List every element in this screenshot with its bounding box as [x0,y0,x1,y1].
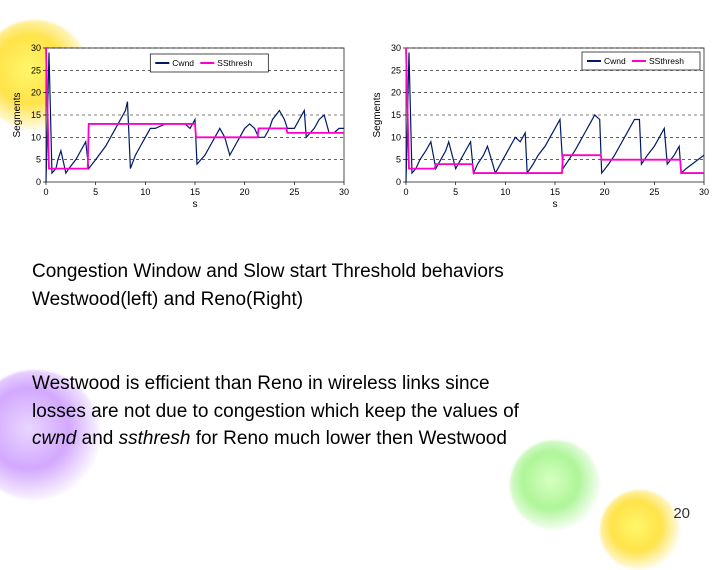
svg-text:SSthresh: SSthresh [217,58,252,68]
caption-top: Congestion Window and Slow start Thresho… [32,258,660,313]
caption2-line-2: losses are not due to congestion which k… [32,401,519,422]
svg-text:s: s [553,199,558,210]
svg-text:25: 25 [649,187,659,197]
svg-text:5: 5 [36,155,41,165]
svg-text:0: 0 [43,187,48,197]
caption-line-2: Westwood(left) and Reno(Right) [32,289,303,310]
svg-text:20: 20 [31,88,41,98]
caption2-term-cwnd: cwnd [32,428,76,449]
svg-text:Segments: Segments [12,92,23,137]
svg-text:15: 15 [190,187,200,197]
svg-text:20: 20 [600,187,610,197]
chart-reno: 0 5 10 15 20 25 30 0 5 10 15 20 25 30 s Segments Cwnd SSt… [370,40,710,210]
svg-text:5: 5 [453,187,458,197]
svg-text:15: 15 [31,110,41,120]
svg-text:0: 0 [403,187,408,197]
svg-text:10: 10 [31,132,41,142]
caption2-rest: for Reno much lower then Westwood [190,428,506,449]
svg-text:25: 25 [31,65,41,75]
caption2-and: and [76,428,118,449]
svg-text:20: 20 [391,88,401,98]
svg-text:5: 5 [93,187,98,197]
chart-westwood: 0 5 10 15 20 25 30 0 5 10 15 20 25 30 s Segments Cwnd SSt… [10,40,350,210]
charts-row: 0 5 10 15 20 25 30 0 5 10 15 20 25 30 s Segments Cwnd SSt… [10,40,710,210]
svg-text:30: 30 [339,187,349,197]
svg-text:25: 25 [391,65,401,75]
svg-text:0: 0 [36,177,41,187]
svg-text:30: 30 [699,187,709,197]
svg-text:15: 15 [391,110,401,120]
svg-text:20: 20 [240,187,250,197]
svg-text:Segments: Segments [372,92,383,137]
svg-text:30: 30 [31,43,41,53]
svg-text:25: 25 [289,187,299,197]
svg-text:10: 10 [140,187,150,197]
svg-text:Cwnd: Cwnd [604,56,626,66]
svg-text:Cwnd: Cwnd [172,58,194,68]
svg-text:10: 10 [500,187,510,197]
svg-text:15: 15 [550,187,560,197]
svg-text:SSthresh: SSthresh [649,56,684,66]
caption-line-1: Congestion Window and Slow start Thresho… [32,261,504,282]
svg-text:5: 5 [396,155,401,165]
page-number: 20 [673,505,690,522]
svg-text:s: s [193,199,198,210]
svg-text:0: 0 [396,177,401,187]
svg-text:10: 10 [391,132,401,142]
svg-text:30: 30 [391,43,401,53]
caption2-line-1: Westwood is efficient than Reno in wirel… [32,373,490,394]
caption2-term-ssthresh: ssthresh [119,428,191,449]
caption-bottom: Westwood is efficient than Reno in wirel… [32,370,660,453]
